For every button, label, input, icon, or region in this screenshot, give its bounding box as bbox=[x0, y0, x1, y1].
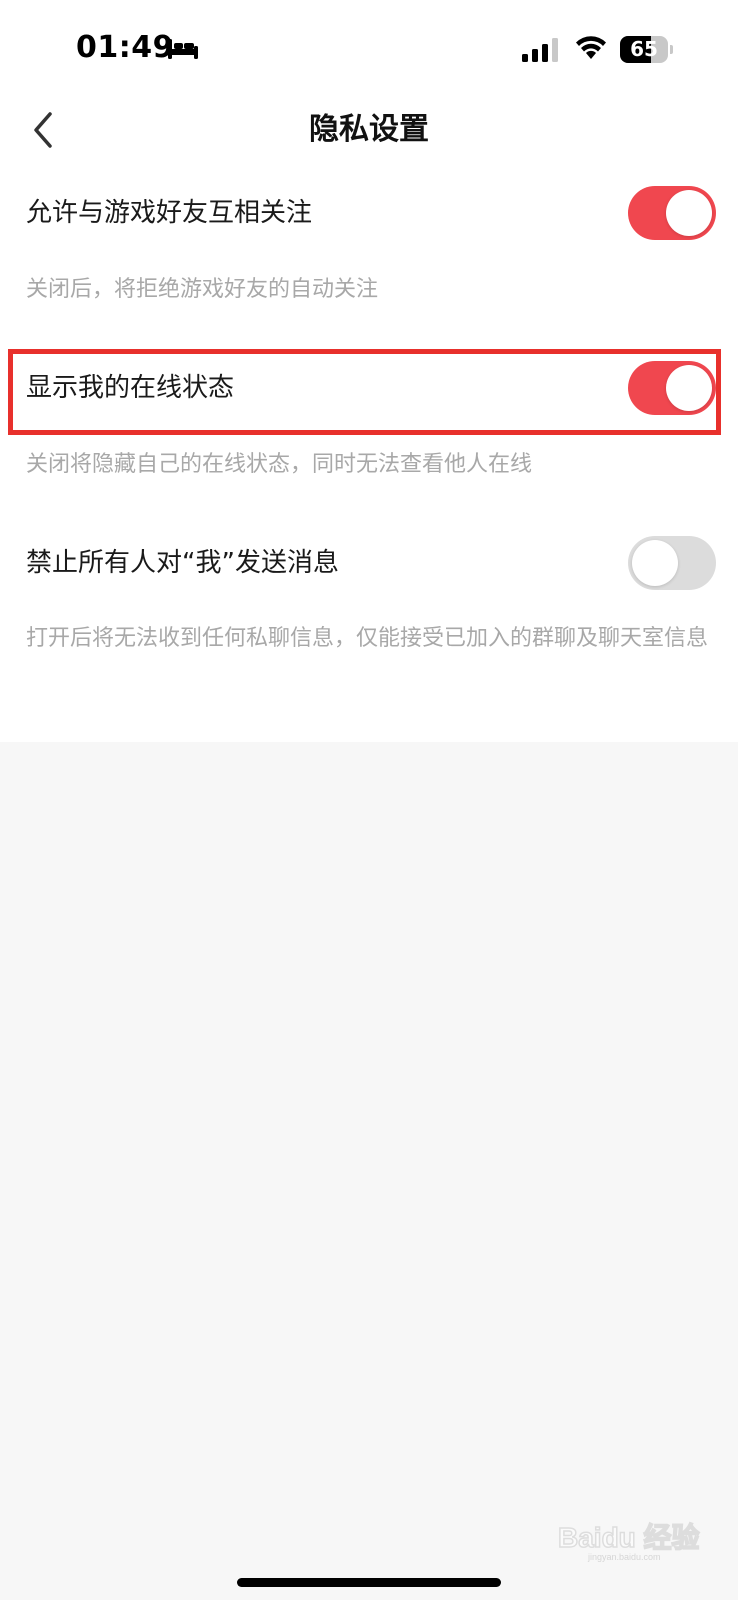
battery-level: 65 bbox=[630, 37, 658, 61]
setting-desc-block-messages: 打开后将无法收到任何私聊信息，仅能接受已加入的群聊及聊天室信息 bbox=[26, 626, 709, 651]
status-time: 01:49 bbox=[76, 30, 174, 65]
status-bar: 01:49 65 bbox=[0, 0, 738, 100]
settings-panel: 01:49 65 隐私设置 允许与游戏好友互相关注 关闭后，将拒绝游戏好友的自动… bbox=[0, 0, 738, 742]
setting-label-show-online-status: 显示我的在线状态 bbox=[26, 373, 235, 403]
setting-label-follow-game-friends: 允许与游戏好友互相关注 bbox=[26, 198, 313, 228]
toggle-block-messages[interactable] bbox=[628, 536, 716, 590]
wifi-icon bbox=[576, 36, 606, 59]
toggle-knob bbox=[666, 365, 712, 411]
setting-label-block-messages: 禁止所有人对“我”发送消息 bbox=[26, 548, 339, 578]
toggle-follow-game-friends[interactable] bbox=[628, 186, 716, 240]
cellular-signal-icon bbox=[522, 38, 558, 62]
watermark-logo: Baidu 经验 bbox=[557, 1521, 700, 1554]
sleep-focus-icon bbox=[168, 39, 198, 59]
setting-desc-show-online-status: 关闭将隐藏自己的在线状态，同时无法查看他人在线 bbox=[26, 452, 533, 477]
watermark-url: jingyan.baidu.com bbox=[588, 1552, 661, 1562]
page-title: 隐私设置 bbox=[309, 112, 429, 147]
toggle-show-online-status[interactable] bbox=[628, 361, 716, 415]
battery-icon: 65 bbox=[620, 36, 673, 63]
baidu-jingyan-watermark: Baidu 经验 jingyan.baidu.com bbox=[557, 1502, 708, 1564]
toggle-knob bbox=[666, 190, 712, 236]
home-indicator bbox=[237, 1578, 501, 1587]
setting-desc-follow-game-friends: 关闭后，将拒绝游戏好友的自动关注 bbox=[26, 277, 379, 302]
toggle-knob bbox=[632, 540, 678, 586]
